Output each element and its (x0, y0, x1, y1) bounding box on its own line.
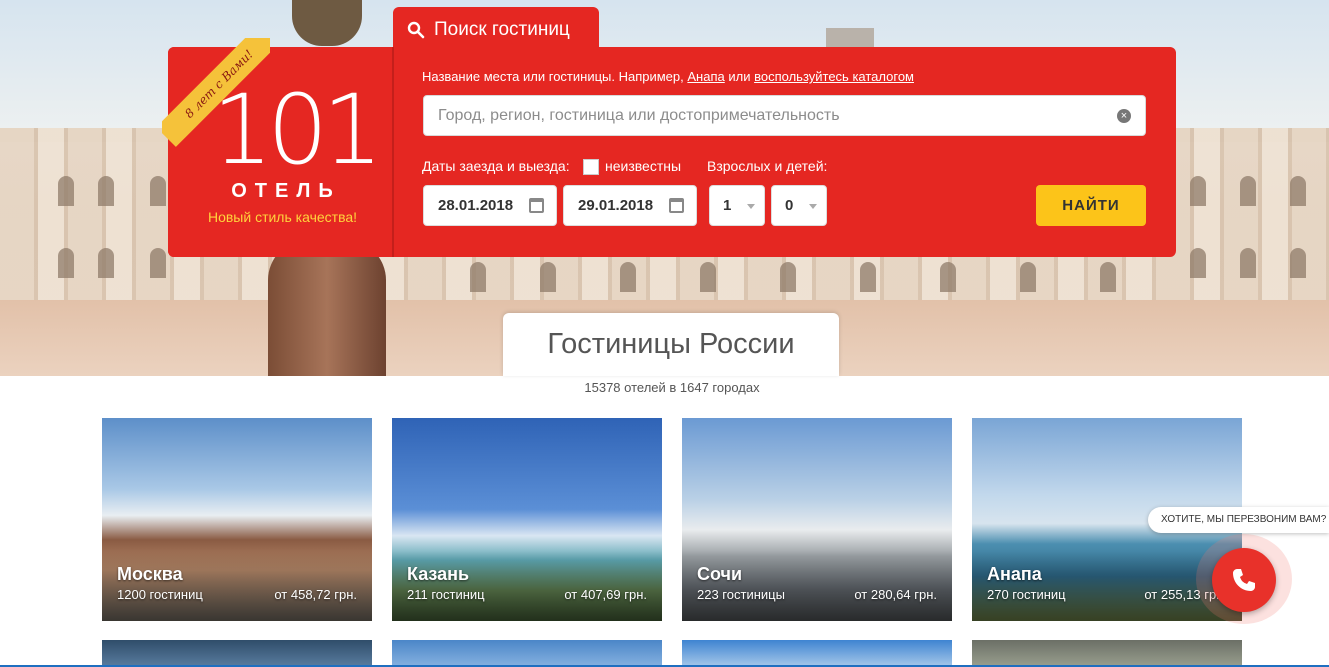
city-price: от 280,64 грн. (854, 587, 937, 602)
checkout-date-field[interactable]: 29.01.2018 (563, 185, 697, 226)
tab-hotel-search[interactable]: Поиск гостиниц (393, 7, 599, 53)
search-icon (407, 21, 425, 39)
city-price: от 458,72 грн. (274, 587, 357, 602)
hint-middle: или (728, 69, 751, 84)
dates-unknown-label: неизвестны (605, 158, 682, 174)
page: Поиск гостиниц 8 лет с Вами! 101 ОТЕЛЬ Н… (0, 0, 1329, 667)
children-value: 0 (785, 197, 794, 214)
city-card-sochi[interactable]: Сочи 223 гостиницы от 280,64 грн. (682, 418, 952, 621)
chevron-down-icon (747, 204, 755, 209)
hint-example-link[interactable]: Анапа (687, 69, 724, 84)
search-hint: Название места или гостиницы. Например, … (422, 69, 914, 84)
callback-prompt[interactable]: ХОТИТЕ, МЫ ПЕРЕЗВОНИМ ВАМ? (1148, 507, 1329, 533)
guests-label: Взрослых и детей: (707, 158, 828, 174)
city-name: Казань (407, 564, 470, 584)
city-hotel-count: 223 гостиницы (697, 587, 785, 602)
calendar-icon (669, 198, 684, 213)
checkin-date-field[interactable]: 28.01.2018 (423, 185, 557, 226)
city-price: от 407,69 грн. (564, 587, 647, 602)
logo-tagline: Новый стиль качества! (207, 209, 358, 225)
city-name: Анапа (987, 564, 1042, 584)
city-card-partial[interactable] (102, 640, 372, 667)
checkin-date-value: 28.01.2018 (438, 197, 514, 214)
dates-unknown-checkbox[interactable] (583, 159, 599, 175)
city-card-kazan[interactable]: Казань 211 гостиниц от 407,69 грн. (392, 418, 662, 621)
adults-select[interactable]: 1 (709, 185, 765, 226)
tab-label: Поиск гостиниц (434, 19, 570, 40)
logo-number: 101 (212, 74, 383, 186)
city-hotel-count: 211 гостиниц (407, 587, 485, 602)
section-title: Гостиницы России (547, 328, 795, 360)
chevron-down-icon (809, 204, 817, 209)
city-name: Москва (117, 564, 183, 584)
clear-icon[interactable]: × (1117, 109, 1131, 123)
city-hotel-count: 1200 гостиниц (117, 587, 203, 602)
city-hotel-count: 270 гостиниц (987, 587, 1066, 602)
search-input[interactable] (424, 96, 1104, 135)
section-heading: Гостиницы России (503, 313, 839, 376)
children-select[interactable]: 0 (771, 185, 827, 226)
calendar-icon (529, 198, 544, 213)
city-card-partial[interactable] (972, 640, 1242, 667)
catalog-link[interactable]: воспользуйтесь каталогом (754, 69, 914, 84)
city-card-partial[interactable] (392, 640, 662, 667)
logo-word: ОТЕЛЬ (231, 180, 341, 202)
checkout-date-value: 29.01.2018 (578, 197, 654, 214)
hotel-count: 15378 отелей в 1647 городах (584, 380, 760, 395)
hint-prefix: Название места или гостиницы. Например, (422, 69, 684, 84)
phone-icon[interactable] (1212, 548, 1276, 612)
city-card-partial[interactable] (682, 640, 952, 667)
dates-label: Даты заезда и выезда: (422, 158, 570, 174)
adults-value: 1 (723, 197, 732, 214)
search-field: × (423, 95, 1146, 136)
find-button[interactable]: НАЙТИ (1036, 185, 1146, 226)
city-name: Сочи (697, 564, 743, 584)
city-card-moscow[interactable]: Москва 1200 гостиниц от 458,72 грн. (102, 418, 372, 621)
